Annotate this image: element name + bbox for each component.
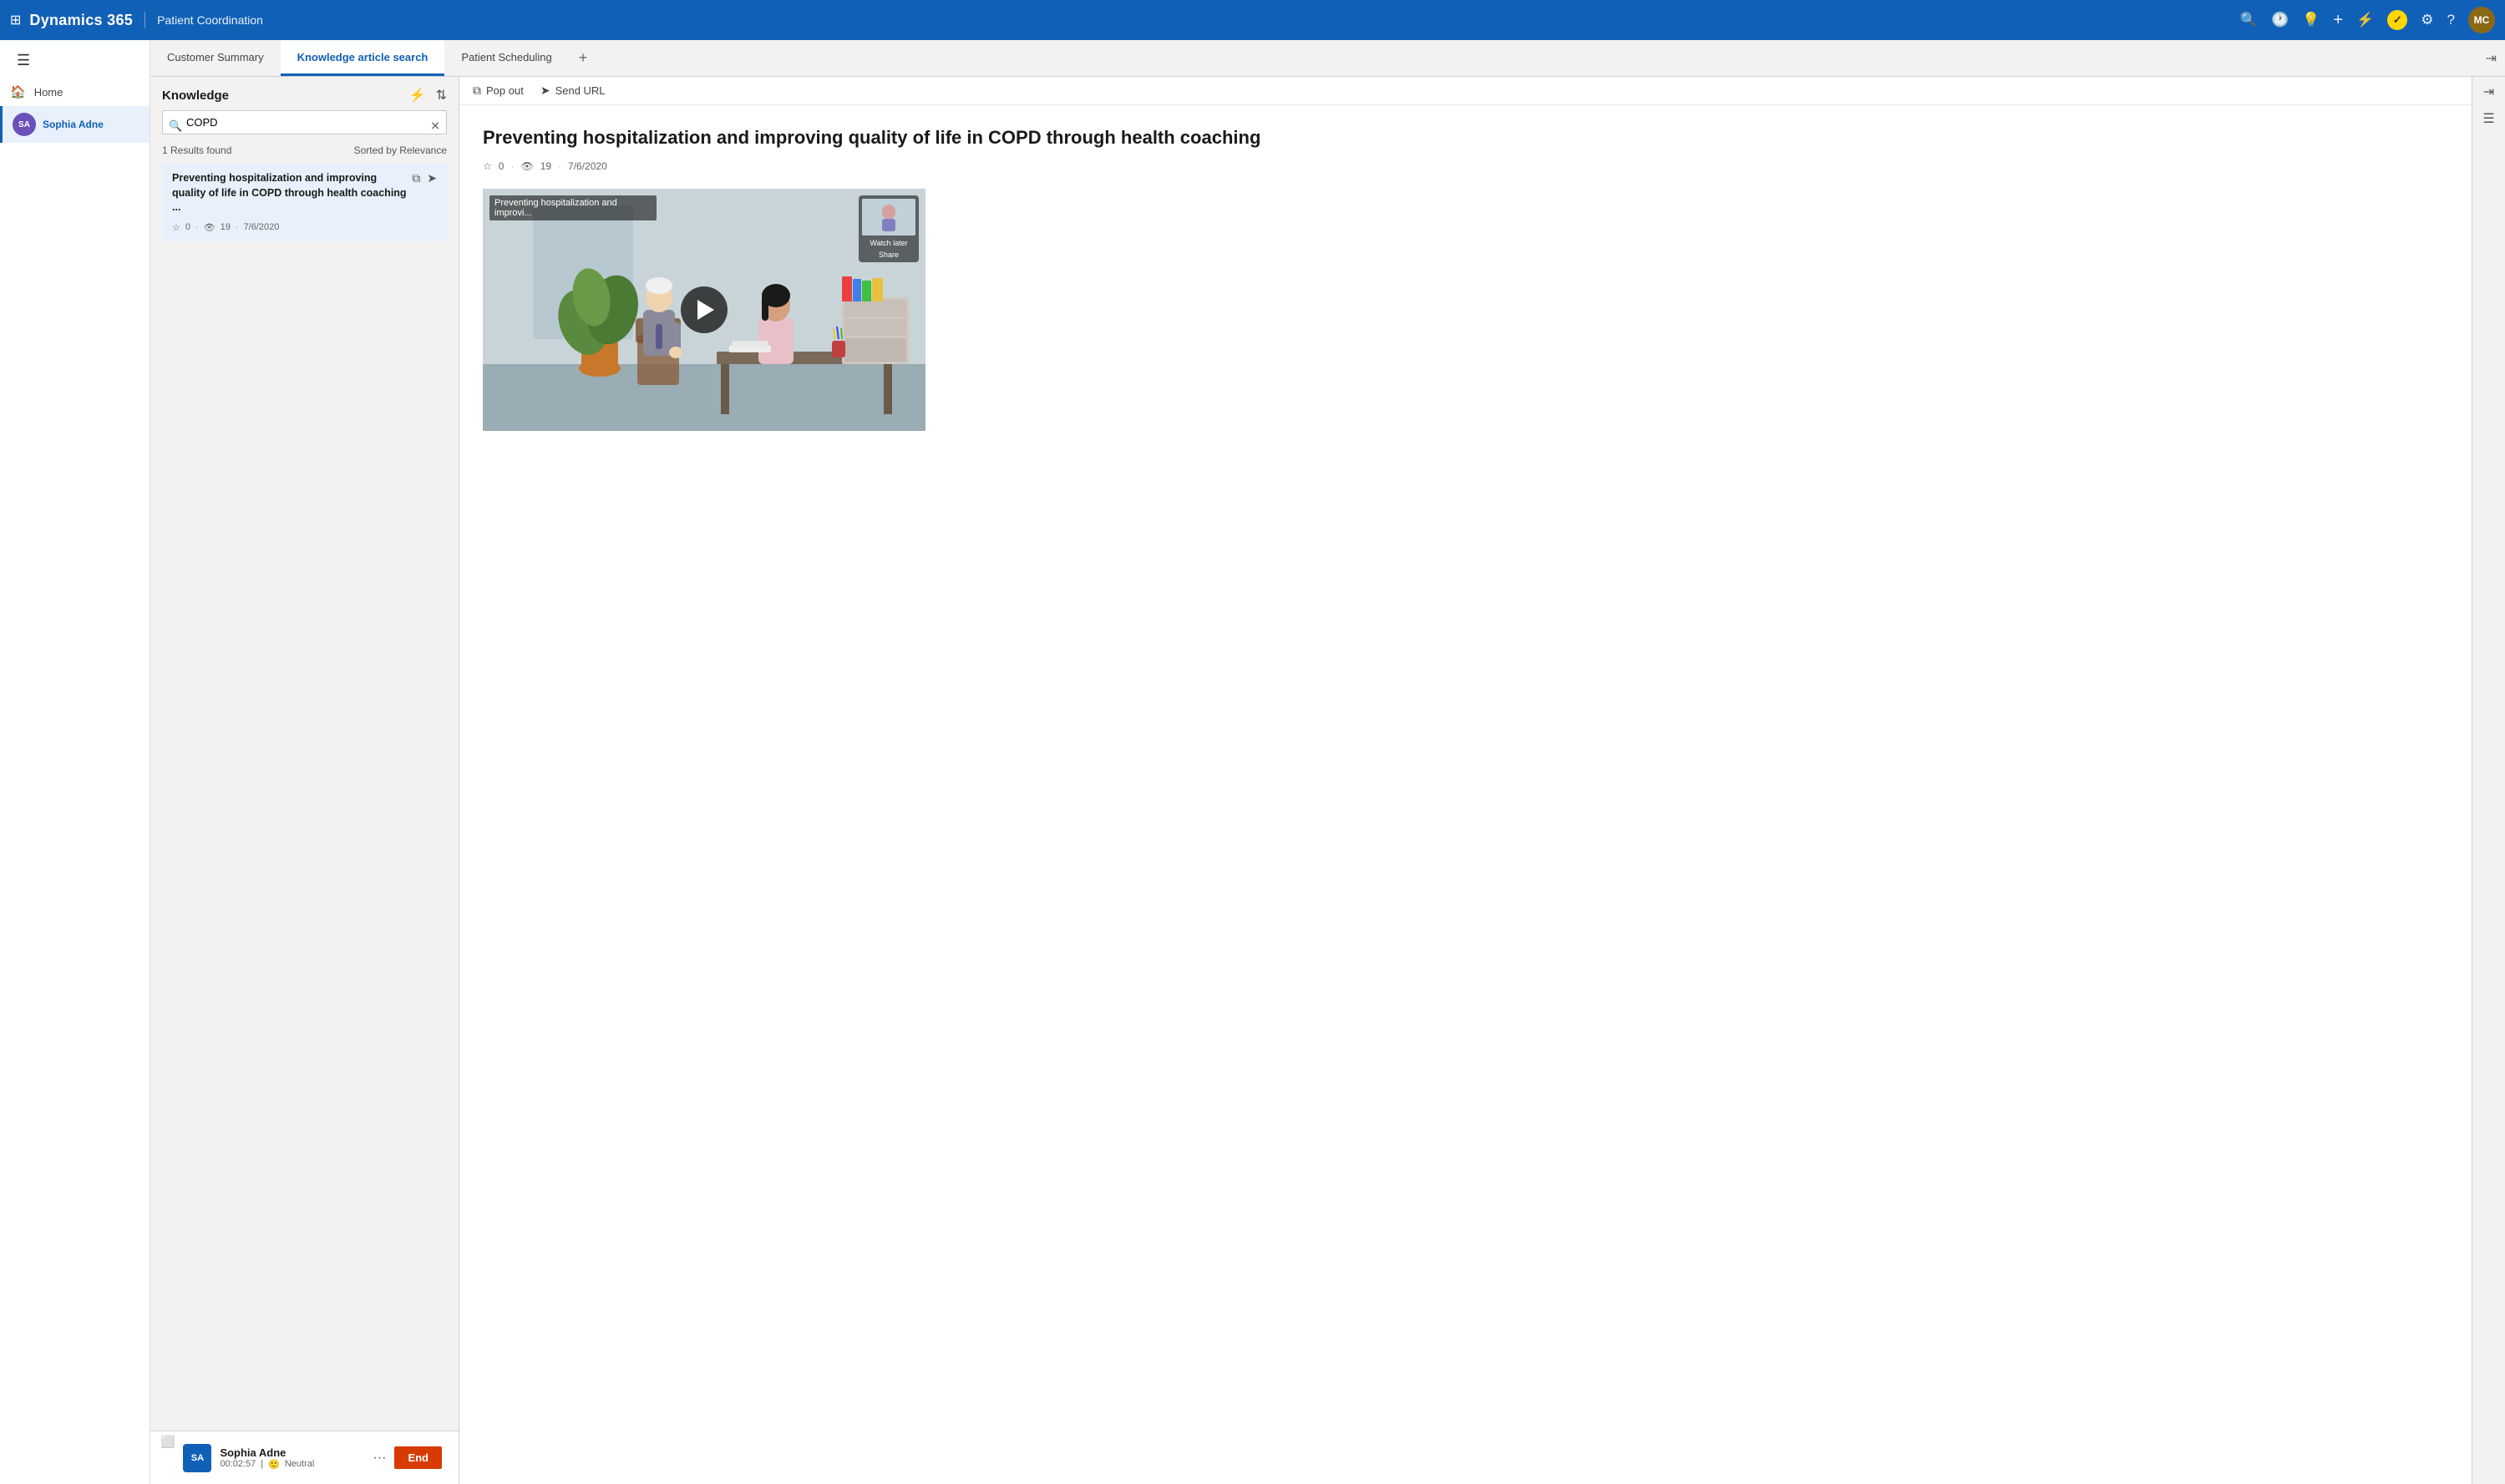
list-right-icon[interactable]: ☰	[2482, 110, 2494, 127]
knowledge-header-icons: ⚡ ⇅	[409, 87, 447, 104]
main-content: Customer Summary Knowledge article searc…	[150, 40, 2505, 1484]
yt-watch-later: Watch later	[870, 239, 907, 247]
chat-sentiment-icon: 🙂	[268, 1459, 280, 1470]
result-views: 19	[221, 222, 231, 232]
home-icon: 🏠	[10, 84, 26, 99]
play-triangle	[697, 300, 714, 320]
result-send-icon[interactable]: ➤	[427, 171, 437, 185]
popout-icon: ⧉	[473, 84, 481, 98]
article-content: Preventing hospitalization and improving…	[459, 105, 2472, 1484]
filter-icon[interactable]: ⚡	[2356, 12, 2374, 28]
yt-share: Share	[879, 251, 899, 259]
clock-icon[interactable]: 🕐	[2271, 12, 2289, 28]
add-tab-button[interactable]: +	[569, 40, 598, 76]
knowledge-result-header: Preventing hospitalization and improving…	[172, 171, 437, 222]
knowledge-spacer	[150, 248, 459, 1431]
article-date: 7/6/2020	[568, 160, 607, 172]
chat-info: Sophia Adne 00:02:57 | 🙂 Neutral	[220, 1446, 364, 1470]
result-stars: 0	[185, 222, 190, 232]
article-star-icon: ☆	[483, 160, 492, 172]
article-toolbar: ⧉ Pop out ➤ Send URL	[459, 77, 2472, 105]
plus-icon[interactable]: +	[2333, 11, 2343, 30]
result-popout-icon[interactable]: ⧉	[412, 171, 420, 185]
sort-knowledge-icon[interactable]: ⇅	[436, 87, 447, 104]
article-views: 19	[540, 160, 551, 172]
check-icon[interactable]: ✓	[2387, 10, 2407, 30]
popout-button[interactable]: ⧉ Pop out	[473, 84, 524, 98]
knowledge-result-item[interactable]: Preventing hospitalization and improving…	[162, 163, 447, 241]
topbar: ⊞ Dynamics 365 Patient Coordination 🔍 🕐 …	[0, 0, 2505, 40]
collapse-panel-icon[interactable]: ⇥	[2477, 40, 2505, 76]
chat-actions: ··· End	[373, 1446, 442, 1469]
article-video[interactable]: Preventing hospitalization and improvi..…	[483, 189, 925, 431]
result-star-icon: ☆	[172, 222, 180, 233]
content-panels: Knowledge ⚡ ⇅ 🔍 ✕ 1 Results found Sorted…	[150, 77, 2505, 1484]
chat-end-button[interactable]: End	[394, 1446, 442, 1469]
topbar-right-icons: 🔍 🕐 💡 + ⚡ ✓ ⚙ ? MC	[2240, 7, 2495, 33]
sidebar-item-home[interactable]: 🏠 Home	[0, 78, 150, 106]
knowledge-result-meta: ☆ 0 · 👁 19 · 7/6/2020	[172, 222, 437, 233]
knowledge-results-count: 1 Results found	[162, 144, 231, 156]
chat-duration: 00:02:57	[220, 1459, 256, 1469]
result-date: 7/6/2020	[244, 222, 280, 232]
app-body: ☰ 🏠 Home SA Sophia Adne Customer Summary…	[0, 40, 2505, 1484]
tab-customer-summary[interactable]: Customer Summary	[150, 40, 281, 76]
video-title-overlay: Preventing hospitalization and improvi..…	[489, 195, 657, 220]
chat-maximize-icon[interactable]: ⬜	[160, 1435, 175, 1449]
knowledge-title: Knowledge	[162, 89, 229, 103]
knowledge-result-title: Preventing hospitalization and improving…	[172, 171, 412, 215]
sidebar: ☰ 🏠 Home SA Sophia Adne	[0, 40, 150, 1484]
tabs-bar: Customer Summary Knowledge article searc…	[150, 40, 2505, 77]
chat-avatar: SA	[183, 1444, 211, 1472]
home-label: Home	[34, 86, 63, 99]
help-icon[interactable]: ?	[2447, 12, 2455, 28]
sidebar-item-user[interactable]: SA Sophia Adne	[0, 106, 150, 143]
user-avatar-topbar[interactable]: MC	[2468, 7, 2495, 33]
tab-patient-scheduling[interactable]: Patient Scheduling	[444, 40, 568, 76]
sidebar-user-avatar: SA	[13, 113, 36, 136]
knowledge-sorted-label: Sorted by Relevance	[354, 144, 447, 156]
app-name: Dynamics 365	[29, 12, 133, 29]
collapse-right-icon[interactable]: ⇥	[2483, 84, 2494, 100]
sidebar-user-name: Sophia Adne	[43, 119, 104, 130]
video-yt-overlay: Watch later Share	[859, 195, 919, 262]
chat-sentiment: Neutral	[285, 1459, 314, 1469]
send-url-button[interactable]: ➤ Send URL	[540, 84, 606, 98]
search-icon[interactable]: 🔍	[2240, 12, 2258, 28]
knowledge-search-input[interactable]	[162, 110, 447, 134]
video-play-button[interactable]	[681, 286, 728, 333]
settings-icon[interactable]: ⚙	[2421, 12, 2433, 28]
knowledge-search-row: 🔍 ✕	[150, 110, 459, 141]
chat-user-name: Sophia Adne	[220, 1446, 364, 1459]
knowledge-header: Knowledge ⚡ ⇅	[150, 77, 459, 110]
article-views-icon: 👁	[520, 160, 533, 172]
article-title: Preventing hospitalization and improving…	[483, 125, 2448, 150]
send-url-icon: ➤	[540, 84, 550, 98]
knowledge-panel: Knowledge ⚡ ⇅ 🔍 ✕ 1 Results found Sorted…	[150, 77, 459, 1484]
article-panel: ⧉ Pop out ➤ Send URL Preventing hospital…	[459, 77, 2472, 1484]
right-panel-icons: ⇥ ☰	[2472, 77, 2505, 1484]
knowledge-results-info: 1 Results found Sorted by Relevance	[150, 141, 459, 163]
result-views-icon: 👁	[204, 222, 216, 233]
article-stars: 0	[499, 160, 505, 172]
video-thumbnail: Preventing hospitalization and improvi..…	[483, 189, 925, 431]
yt-thumb-1	[862, 199, 915, 236]
grid-icon[interactable]: ⊞	[10, 12, 21, 28]
knowledge-search-clear-icon[interactable]: ✕	[430, 119, 440, 133]
knowledge-result-actions: ⧉ ➤	[412, 171, 437, 185]
knowledge-search-icon: 🔍	[169, 119, 182, 133]
tab-knowledge-article-search[interactable]: Knowledge article search	[281, 40, 445, 76]
filter-knowledge-icon[interactable]: ⚡	[409, 87, 426, 104]
chat-more-icon[interactable]: ···	[373, 1451, 386, 1466]
chat-meta-separator: |	[261, 1459, 263, 1469]
chat-bar: ⬜ SA Sophia Adne 00:02:57 | 🙂 Neutral	[150, 1431, 459, 1484]
module-name: Patient Coordination	[157, 13, 263, 27]
hamburger-icon[interactable]: ☰	[10, 45, 37, 75]
lightbulb-icon[interactable]: 💡	[2302, 12, 2320, 28]
article-meta: ☆ 0 · 👁 19 · 7/6/2020	[483, 160, 2448, 172]
chat-meta: 00:02:57 | 🙂 Neutral	[220, 1459, 364, 1470]
